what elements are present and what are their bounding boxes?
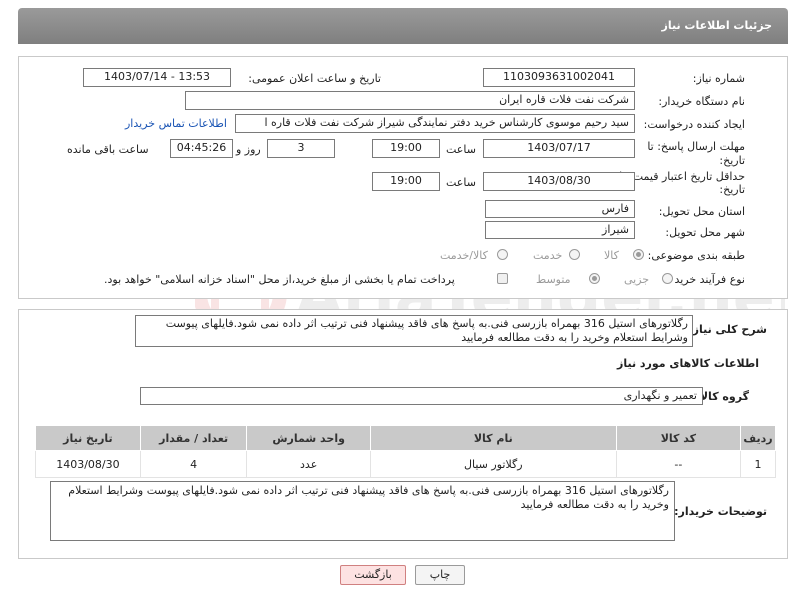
col-code: کد کالا xyxy=(615,425,742,451)
buyer-org-field[interactable]: شرکت نفت فلات قاره ایران xyxy=(185,91,635,110)
province-label: استان محل تحویل: xyxy=(658,205,745,218)
need-number-field[interactable]: 1103093631002041 xyxy=(483,68,635,87)
buyer-org-label: نام دستگاه خریدار: xyxy=(658,95,745,108)
buyer-notes-field[interactable]: رگلاتورهای استیل 316 بهمراه بازرسی فنی.ب… xyxy=(50,481,675,541)
description-field[interactable]: رگلاتورهای استیل 316 بهمراه بازرسی فنی.ب… xyxy=(135,315,693,347)
process-option-medium: متوسط xyxy=(536,273,571,286)
buyer-notes-label: توضیحات خریدار: xyxy=(674,505,767,518)
validity-time-label: ساعت xyxy=(446,176,476,189)
validity-label-2: تاریخ: xyxy=(719,183,745,196)
treasury-payment-checkbox[interactable] xyxy=(497,273,508,284)
category-label: طبقه بندی موضوعی: xyxy=(647,249,745,262)
announce-field[interactable]: 1403/07/14 - 13:53 xyxy=(83,68,231,87)
category-radio-service[interactable] xyxy=(569,249,580,260)
category-option-both: کالا/خدمت xyxy=(440,249,488,262)
validity-label: حداقل تاریخ اعتبار قیمت: تا xyxy=(619,170,745,183)
back-button[interactable]: بازگشت xyxy=(340,565,406,585)
description-label: شرح کلی نیاز: xyxy=(688,323,767,336)
reply-deadline-label: مهلت ارسال پاسخ: تا xyxy=(647,140,745,153)
category-option-goods: کالا xyxy=(604,249,619,262)
cell-name: رگلاتور سیال xyxy=(369,450,617,478)
col-date: تاریخ نیاز xyxy=(35,425,141,451)
col-row: ردیف xyxy=(740,425,776,451)
remaining-time-field[interactable]: 04:45:26 xyxy=(170,139,233,158)
province-field[interactable]: فارس xyxy=(485,200,635,218)
cell-row: 1 xyxy=(740,450,776,478)
table-row[interactable]: 1 -- رگلاتور سیال عدد 4 1403/08/30 xyxy=(35,450,776,478)
buyer-contact-link[interactable]: اطلاعات تماس خریدار xyxy=(125,117,227,130)
cell-date: 1403/08/30 xyxy=(35,450,141,478)
days-label: روز و xyxy=(236,143,261,156)
city-label: شهر محل تحویل: xyxy=(665,226,745,239)
need-number-label: شماره نیاز: xyxy=(692,72,745,85)
creator-field[interactable]: سید رحیم موسوی کارشناس خرید دفتر نمایندگ… xyxy=(235,114,635,133)
items-table-header: ردیف کد کالا نام کالا واحد شمارش تعداد /… xyxy=(35,425,776,451)
city-field[interactable]: شیراز xyxy=(485,221,635,239)
category-option-service: خدمت xyxy=(533,249,563,262)
validity-date-field[interactable]: 1403/08/30 xyxy=(483,172,635,191)
cell-code: -- xyxy=(615,450,742,478)
category-radio-goods[interactable] xyxy=(633,249,644,260)
announce-label: تاریخ و ساعت اعلان عمومی: xyxy=(248,72,381,85)
reply-time-label: ساعت xyxy=(446,143,476,156)
goods-group-label: گروه کالا: xyxy=(695,390,749,403)
creator-label: ایجاد کننده درخواست: xyxy=(643,118,745,131)
treasury-payment-note: پرداخت تمام یا بخشی از مبلغ خرید،از محل … xyxy=(104,273,455,286)
col-unit: واحد شمارش xyxy=(246,425,371,451)
process-radio-minor[interactable] xyxy=(662,273,673,284)
remaining-label: ساعت باقی مانده xyxy=(67,143,149,156)
process-label: نوع فرآیند خرید : xyxy=(667,273,745,286)
col-qty: تعداد / مقدار xyxy=(139,425,248,451)
reply-time-field[interactable]: 19:00 xyxy=(372,139,440,158)
reply-deadline-label-2: تاریخ: xyxy=(719,154,745,167)
goods-group-field[interactable]: تعمیر و نگهداری xyxy=(140,387,703,405)
items-table: ردیف کد کالا نام کالا واحد شمارش تعداد /… xyxy=(35,425,776,478)
page-header: جزئیات اطلاعات نیاز xyxy=(18,8,788,44)
process-radio-medium[interactable] xyxy=(589,273,600,284)
col-name: نام کالا xyxy=(369,425,617,451)
category-radio-both[interactable] xyxy=(497,249,508,260)
days-field[interactable]: 3 xyxy=(267,139,335,158)
goods-section-title: اطلاعات کالاهای مورد نیاز xyxy=(617,357,759,370)
reply-date-field[interactable]: 1403/07/17 xyxy=(483,139,635,158)
process-option-minor: جزیی xyxy=(624,273,650,286)
validity-time-field[interactable]: 19:00 xyxy=(372,172,440,191)
cell-qty: 4 xyxy=(139,450,248,478)
cell-unit: عدد xyxy=(246,450,371,478)
print-button[interactable]: چاپ xyxy=(415,565,465,585)
page-title: جزئیات اطلاعات نیاز xyxy=(661,19,773,32)
